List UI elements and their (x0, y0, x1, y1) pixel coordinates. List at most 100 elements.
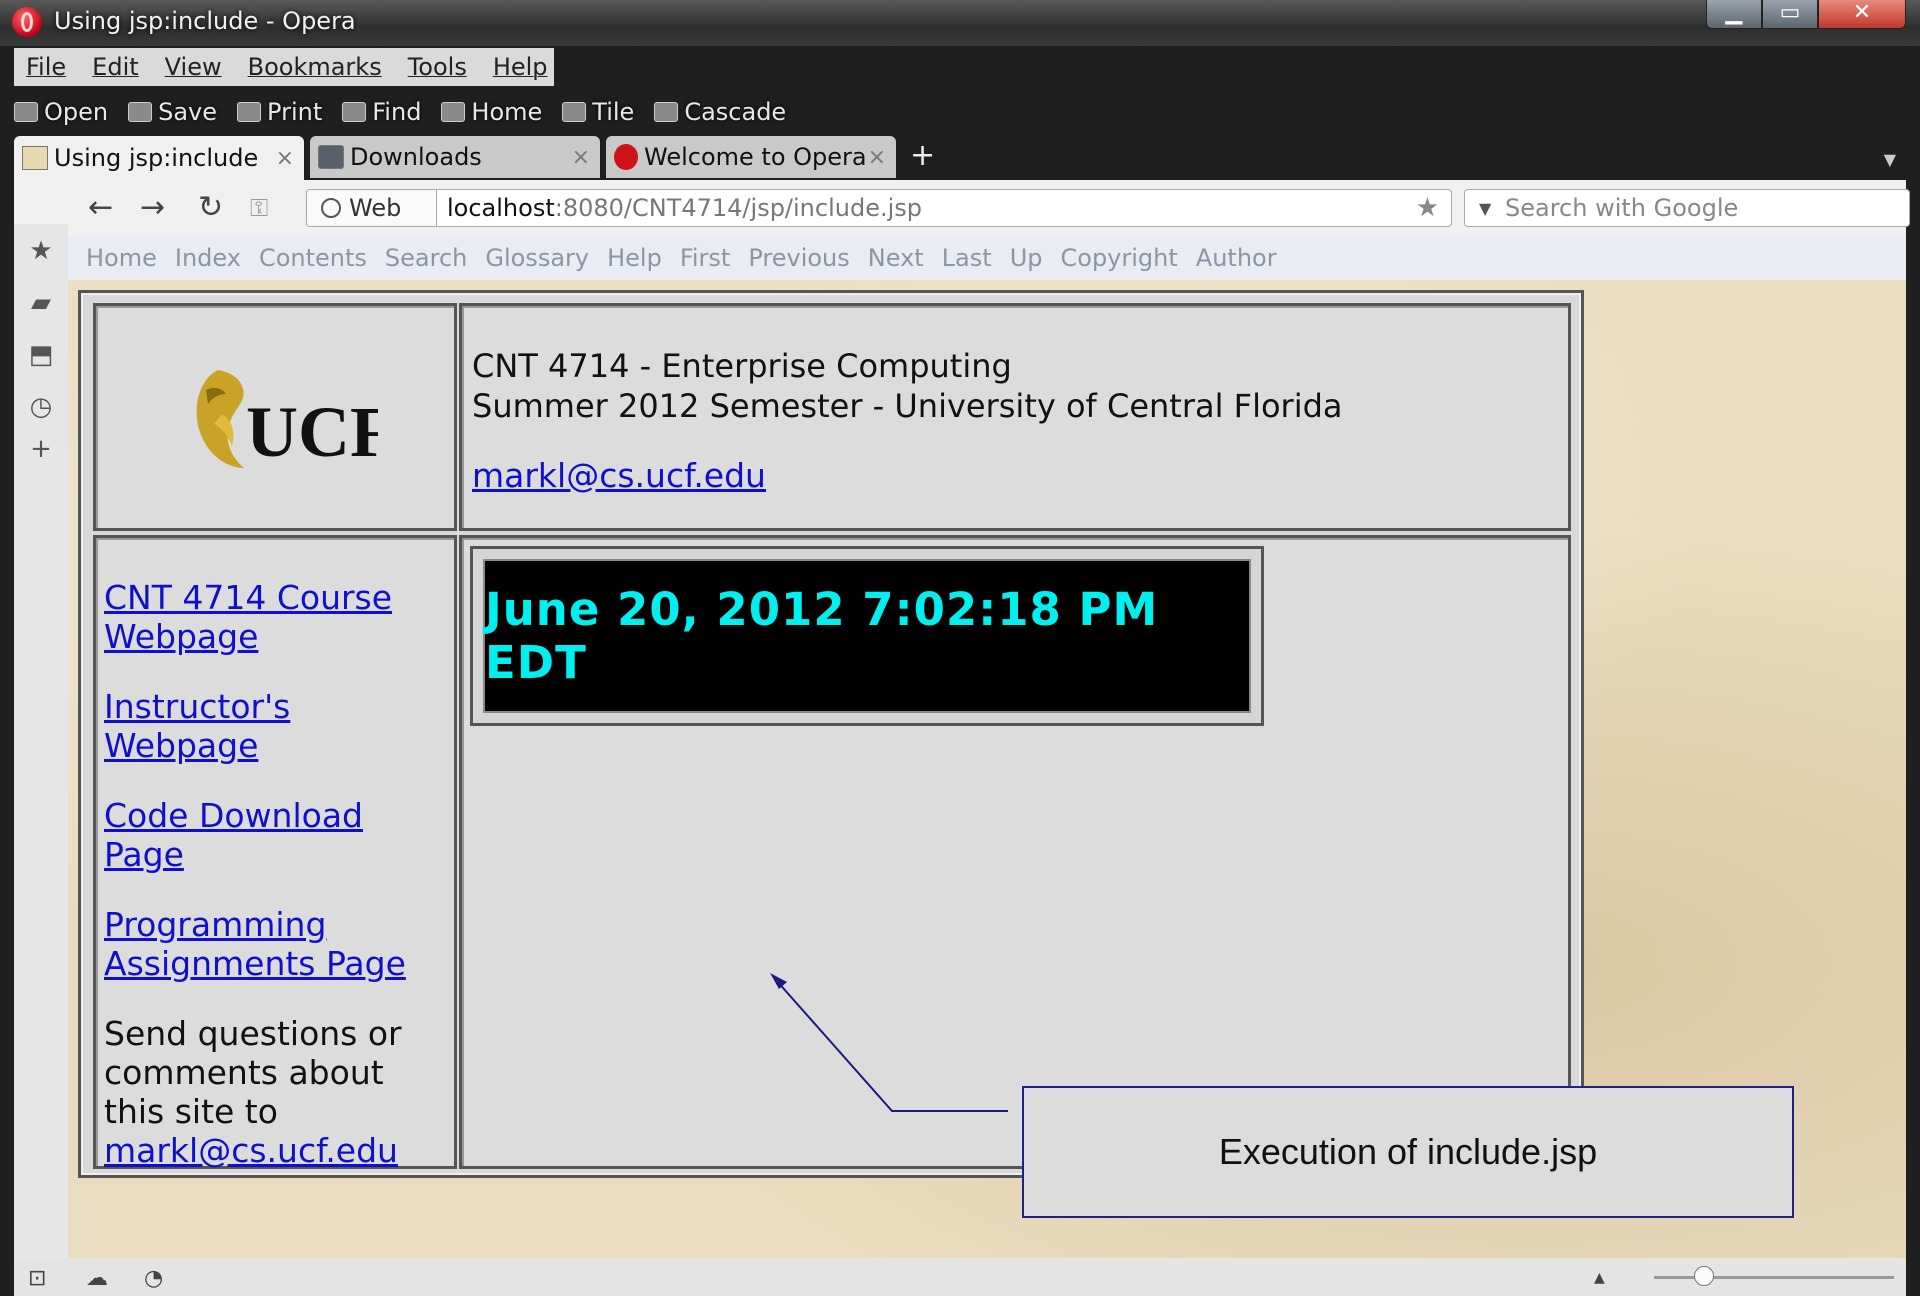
navlink-next[interactable]: Next (868, 244, 924, 272)
navlink-copyright[interactable]: Copyright (1061, 244, 1178, 272)
panel-toggle-icon[interactable]: ⊡ (28, 1266, 46, 1291)
menu-edit[interactable]: Edit (92, 53, 138, 81)
tab-close-icon[interactable]: × (572, 145, 590, 170)
navlink-glossary[interactable]: Glossary (485, 244, 589, 272)
tile-icon (562, 102, 587, 122)
menu-view[interactable]: View (165, 53, 222, 81)
bookmarks-star-icon[interactable]: ★ (27, 236, 55, 266)
navlink-first[interactable]: First (680, 244, 731, 272)
navlink-contents[interactable]: Contents (259, 244, 367, 272)
assignments-link[interactable]: Programming Assignments Page (104, 905, 448, 983)
forward-arrow-icon[interactable]: → (140, 190, 165, 225)
home-button[interactable]: Home (441, 98, 542, 126)
find-button[interactable]: Find (342, 98, 421, 126)
course-webpage-link[interactable]: CNT 4714 Course Webpage (104, 578, 448, 656)
tab-label: Downloads (350, 143, 482, 171)
tab-downloads[interactable]: Downloads × (310, 136, 600, 178)
navlink-home[interactable]: Home (86, 244, 157, 272)
tile-label: Tile (592, 98, 635, 126)
instructor-link-line1: Instructor's (104, 687, 291, 726)
page-favicon-icon (22, 146, 48, 170)
navlink-up[interactable]: Up (1010, 244, 1043, 272)
ucf-logo-text: UCF (246, 392, 378, 472)
back-arrow-icon[interactable]: ← (88, 190, 113, 225)
navigation-link-bar: Home Index Contents Search Glossary Help… (68, 236, 1906, 280)
status-bar: ⊡ ☁ ◔ ▲ (14, 1258, 1906, 1296)
close-window-button[interactable]: ✕ (1818, 0, 1906, 29)
contact-email-link[interactable]: markl@cs.ucf.edu (104, 1131, 398, 1170)
course-link-line2: Webpage (104, 617, 259, 656)
course-info-cell: CNT 4714 - Enterprise Computing Summer 2… (459, 303, 1571, 531)
new-tab-button[interactable]: + (910, 136, 935, 180)
tile-button[interactable]: Tile (562, 98, 634, 126)
course-title: CNT 4714 - Enterprise Computing (472, 347, 1012, 385)
maximize-button[interactable]: ▭ (1762, 0, 1818, 29)
date-time-display: June 20, 2012 7:02:18 PM EDT (483, 559, 1251, 713)
print-button[interactable]: Print (237, 98, 322, 126)
navlink-previous[interactable]: Previous (748, 244, 849, 272)
reload-icon[interactable]: ↻ (198, 190, 223, 225)
find-icon (342, 102, 367, 122)
save-label: Save (158, 98, 218, 126)
main-toolbar: Open Save Print Find Home Tile Cascade (14, 92, 806, 132)
sidebar-nav-cell: CNT 4714 Course Webpage Instructor's Webpa… (93, 535, 457, 1170)
tab-menu-chevron-down-icon[interactable]: ▼ (1884, 150, 1896, 169)
tab-using-jsp-include[interactable]: Using jsp:include × (14, 136, 304, 180)
notes-icon[interactable]: ▰ (27, 288, 55, 318)
save-icon (128, 102, 153, 122)
navlink-search[interactable]: Search (385, 244, 467, 272)
window-title: Using jsp:include - Opera (54, 7, 356, 35)
layout-table: UCF CNT 4714 - Enterprise Computing Summ… (78, 290, 1584, 1178)
menu-bar: File Edit View Bookmarks Tools Help (14, 48, 554, 86)
home-icon (441, 102, 466, 122)
navlink-help[interactable]: Help (607, 244, 662, 272)
web-site-info-button[interactable]: Web (306, 189, 436, 227)
navlink-index[interactable]: Index (175, 244, 241, 272)
code-download-link[interactable]: Code Download Page (104, 796, 448, 874)
speed-dial-gauge-icon[interactable]: ◔ (144, 1266, 163, 1291)
clock-frame: June 20, 2012 7:02:18 PM EDT (470, 546, 1264, 726)
callout-text: Execution of include.jsp (1218, 1131, 1598, 1172)
course-link-line1: CNT 4714 Course (104, 578, 393, 617)
key-icon[interactable]: ⚿ (250, 194, 268, 222)
navlink-author[interactable]: Author (1196, 244, 1277, 272)
semester-line: Summer 2012 Semester - University of Cen… (472, 387, 1343, 425)
save-button[interactable]: Save (128, 98, 217, 126)
web-label: Web (349, 194, 402, 222)
print-label: Print (267, 98, 323, 126)
instructor-webpage-link[interactable]: Instructor's Webpage (104, 687, 448, 765)
zoom-up-icon[interactable]: ▲ (1594, 1270, 1605, 1286)
search-input[interactable]: ▼ Search with Google (1464, 189, 1910, 227)
search-placeholder: Search with Google (1505, 194, 1739, 222)
downloads-panel-icon[interactable]: ⬒ (27, 340, 55, 370)
downloads-icon (318, 145, 344, 169)
navigation-bar: ← → ↻ ⚿ Web localhost:8080/CNT4714/jsp/i… (14, 180, 1910, 236)
menu-file[interactable]: File (26, 53, 66, 81)
minimize-button[interactable]: ▁ (1706, 0, 1762, 29)
add-panel-plus-icon[interactable]: + (27, 434, 55, 464)
assign-link-line1: Programming (104, 905, 327, 944)
zoom-slider[interactable] (1654, 1276, 1894, 1279)
tab-label: Welcome to Opera (644, 143, 867, 171)
opera-unite-cloud-icon[interactable]: ☁ (86, 1266, 108, 1291)
tab-close-icon[interactable]: × (276, 146, 294, 171)
instructor-email-link[interactable]: markl@cs.ucf.edu (472, 456, 766, 495)
zoom-slider-handle[interactable] (1694, 1266, 1714, 1286)
opera-logo-icon (12, 7, 42, 37)
navlink-last[interactable]: Last (942, 244, 992, 272)
cascade-button[interactable]: Cascade (654, 98, 786, 126)
tab-label: Using jsp:include (54, 144, 259, 172)
ucf-logo: UCF (196, 370, 378, 472)
address-field[interactable]: localhost:8080/CNT4714/jsp/include.jsp ★ (436, 189, 1452, 227)
window-controls: ▁ ▭ ✕ (1706, 0, 1906, 30)
contact-note: Send questions or comments about this si… (104, 1014, 448, 1170)
open-button[interactable]: Open (14, 98, 108, 126)
menu-bookmarks[interactable]: Bookmarks (248, 53, 382, 81)
bookmark-star-icon[interactable]: ★ (1416, 193, 1439, 223)
search-engine-dropdown-icon[interactable]: ▼ (1479, 199, 1491, 218)
tab-close-icon[interactable]: × (868, 145, 886, 170)
menu-tools[interactable]: Tools (408, 53, 467, 81)
tab-welcome-to-opera[interactable]: Welcome to Opera × (606, 136, 896, 178)
history-clock-icon[interactable]: ◷ (27, 392, 55, 422)
menu-help[interactable]: Help (493, 53, 548, 81)
